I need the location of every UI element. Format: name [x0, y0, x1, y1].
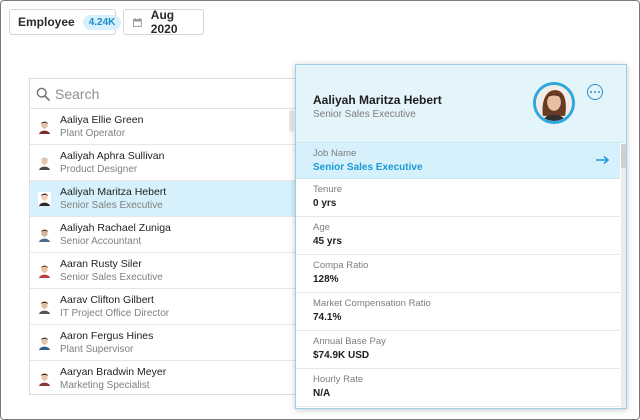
field-value: Senior Sales Executive	[313, 162, 423, 173]
arrow-right-icon[interactable]	[596, 155, 610, 165]
detail-field: Tenure 0 yrs	[296, 179, 620, 217]
avatar-icon	[533, 82, 575, 124]
job-name-field[interactable]: Job Name Senior Sales Executive	[296, 143, 620, 179]
field-value: 128%	[313, 274, 339, 285]
avatar-icon	[38, 371, 51, 386]
field-label: Tenure	[313, 184, 343, 195]
field-value: $74.9K USD	[313, 350, 370, 361]
list-item-text: Aaliyah Rachael Zuniga Senior Accountant	[60, 222, 171, 248]
employee-filter-chip[interactable]: Employee 4.24K	[9, 9, 122, 35]
detail-field: Hourly Rate N/A	[296, 369, 620, 407]
employee-name: Aarav Clifton Gilbert	[60, 293, 154, 306]
calendar-icon	[133, 17, 142, 27]
list-item-text: Aaryan Bradwin Meyer Marketing Specialist	[60, 366, 166, 392]
list-item[interactable]: Aarav Clifton Gilbert IT Project Office D…	[30, 289, 296, 325]
employee-job-title: Plant Supervisor	[60, 343, 134, 355]
date-filter-chip[interactable]: Aug 2020	[123, 8, 204, 36]
avatar-icon	[38, 227, 51, 242]
detail-scrollbar-track[interactable]	[621, 144, 626, 408]
detail-header: Aaliyah Maritza Hebert Senior Sales Exec…	[296, 65, 626, 143]
detail-field: Compa Ratio 128%	[296, 255, 620, 293]
employee-name: Aaliyah Aphra Sullivan	[60, 149, 165, 162]
employee-job-title: Plant Operator	[60, 127, 126, 139]
field-label: Job Name	[313, 148, 357, 159]
field-value: 45 yrs	[313, 236, 342, 247]
employee-list: Aaliya Ellie Green Plant Operator Aaliyah …	[30, 109, 296, 394]
list-item-text: Aaliya Ellie Green Plant Operator	[60, 114, 143, 140]
list-item-text: Aarav Clifton Gilbert IT Project Office D…	[60, 294, 169, 320]
avatar-icon	[38, 155, 51, 170]
list-item[interactable]: Aaron Fergus Hines Plant Supervisor	[30, 325, 296, 361]
avatar-icon	[38, 119, 51, 134]
employee-job-title: Product Designer	[60, 163, 138, 175]
detail-employee-name: Aaliyah Maritza Hebert	[313, 93, 442, 107]
employee-detail-card: Aaliyah Maritza Hebert Senior Sales Exec…	[295, 64, 627, 409]
employee-name: Aaran Rusty Siler	[60, 257, 142, 270]
avatar-icon	[38, 191, 51, 206]
list-item[interactable]: Aaran Rusty Siler Senior Sales Executive	[30, 253, 296, 289]
field-label: Age	[313, 222, 330, 233]
detail-field: Market Compensation Ratio 74.1%	[296, 293, 620, 331]
field-label: Hourly Rate	[313, 374, 364, 385]
employee-name: Aaliyah Maritza Hebert	[60, 185, 167, 198]
search-input[interactable]	[55, 85, 255, 102]
employee-job-title: Senior Sales Executive	[60, 271, 163, 283]
employee-count-badge: 4.24K	[82, 14, 122, 30]
avatar-icon	[38, 335, 51, 350]
detail-field: Age 45 yrs	[296, 217, 620, 255]
detail-scrollbar-thumb[interactable]	[621, 144, 626, 168]
search-icon	[36, 87, 50, 101]
avatar-icon	[38, 299, 51, 314]
employee-name: Aaron Fergus Hines	[60, 329, 154, 342]
list-item[interactable]: Aaliya Ellie Green Plant Operator	[30, 109, 296, 145]
field-label: Compa Ratio	[313, 260, 369, 271]
list-item[interactable]: Aaliyah Rachael Zuniga Senior Accountant	[30, 217, 296, 253]
employee-list-panel: Aaliya Ellie GreenPlant Operator Aaliyah …	[29, 78, 296, 395]
detail-field-list: Job Name Senior Sales Executive Tenure 0 yr…	[296, 143, 620, 407]
field-label: Annual Base Pay	[313, 336, 386, 347]
search-bar	[30, 79, 296, 109]
employee-name: Aaliya Ellie Green	[60, 113, 144, 126]
more-options-icon[interactable]	[587, 84, 603, 100]
avatar-icon	[38, 263, 51, 278]
employee-job-title: IT Project Office Director	[60, 307, 170, 319]
employee-name: Aaryan Bradwin Meyer	[60, 365, 167, 378]
list-item-text: Aaron Fergus Hines Plant Supervisor	[60, 330, 153, 356]
list-scrollbar[interactable]	[289, 110, 294, 132]
employee-job-title: Marketing Specialist	[60, 379, 150, 391]
field-value: N/A	[313, 388, 331, 399]
detail-employee-title: Senior Sales Executive	[313, 109, 416, 120]
detail-field: Annual Base Pay $74.9K USD	[296, 331, 620, 369]
list-item[interactable]: Aaliyah Maritza Hebert Senior Sales Execu…	[30, 181, 296, 217]
field-value: 74.1%	[313, 312, 342, 323]
list-item[interactable]: Aaryan Bradwin Meyer Marketing Specialist	[30, 361, 296, 394]
employee-job-title: Senior Sales Executive	[60, 199, 163, 211]
list-item-text: Aaran Rusty Siler Senior Sales Executive	[60, 258, 163, 284]
field-value: 0 yrs	[313, 198, 337, 209]
employee-filter-label: Employee	[18, 15, 75, 29]
list-item-text: Aaliyah Maritza Hebert Senior Sales Execu…	[60, 186, 166, 212]
employee-name: Aaliyah Rachael Zuniga	[60, 221, 171, 234]
list-item-text: Aaliyah Aphra Sullivan Product Designer	[60, 150, 164, 176]
employee-job-title: Senior Accountant	[60, 235, 142, 247]
field-label: Market Compensation Ratio	[313, 298, 431, 309]
list-item[interactable]: Aaliyah Aphra Sullivan Product Designer	[30, 145, 296, 181]
date-filter-label: Aug 2020	[150, 8, 178, 36]
